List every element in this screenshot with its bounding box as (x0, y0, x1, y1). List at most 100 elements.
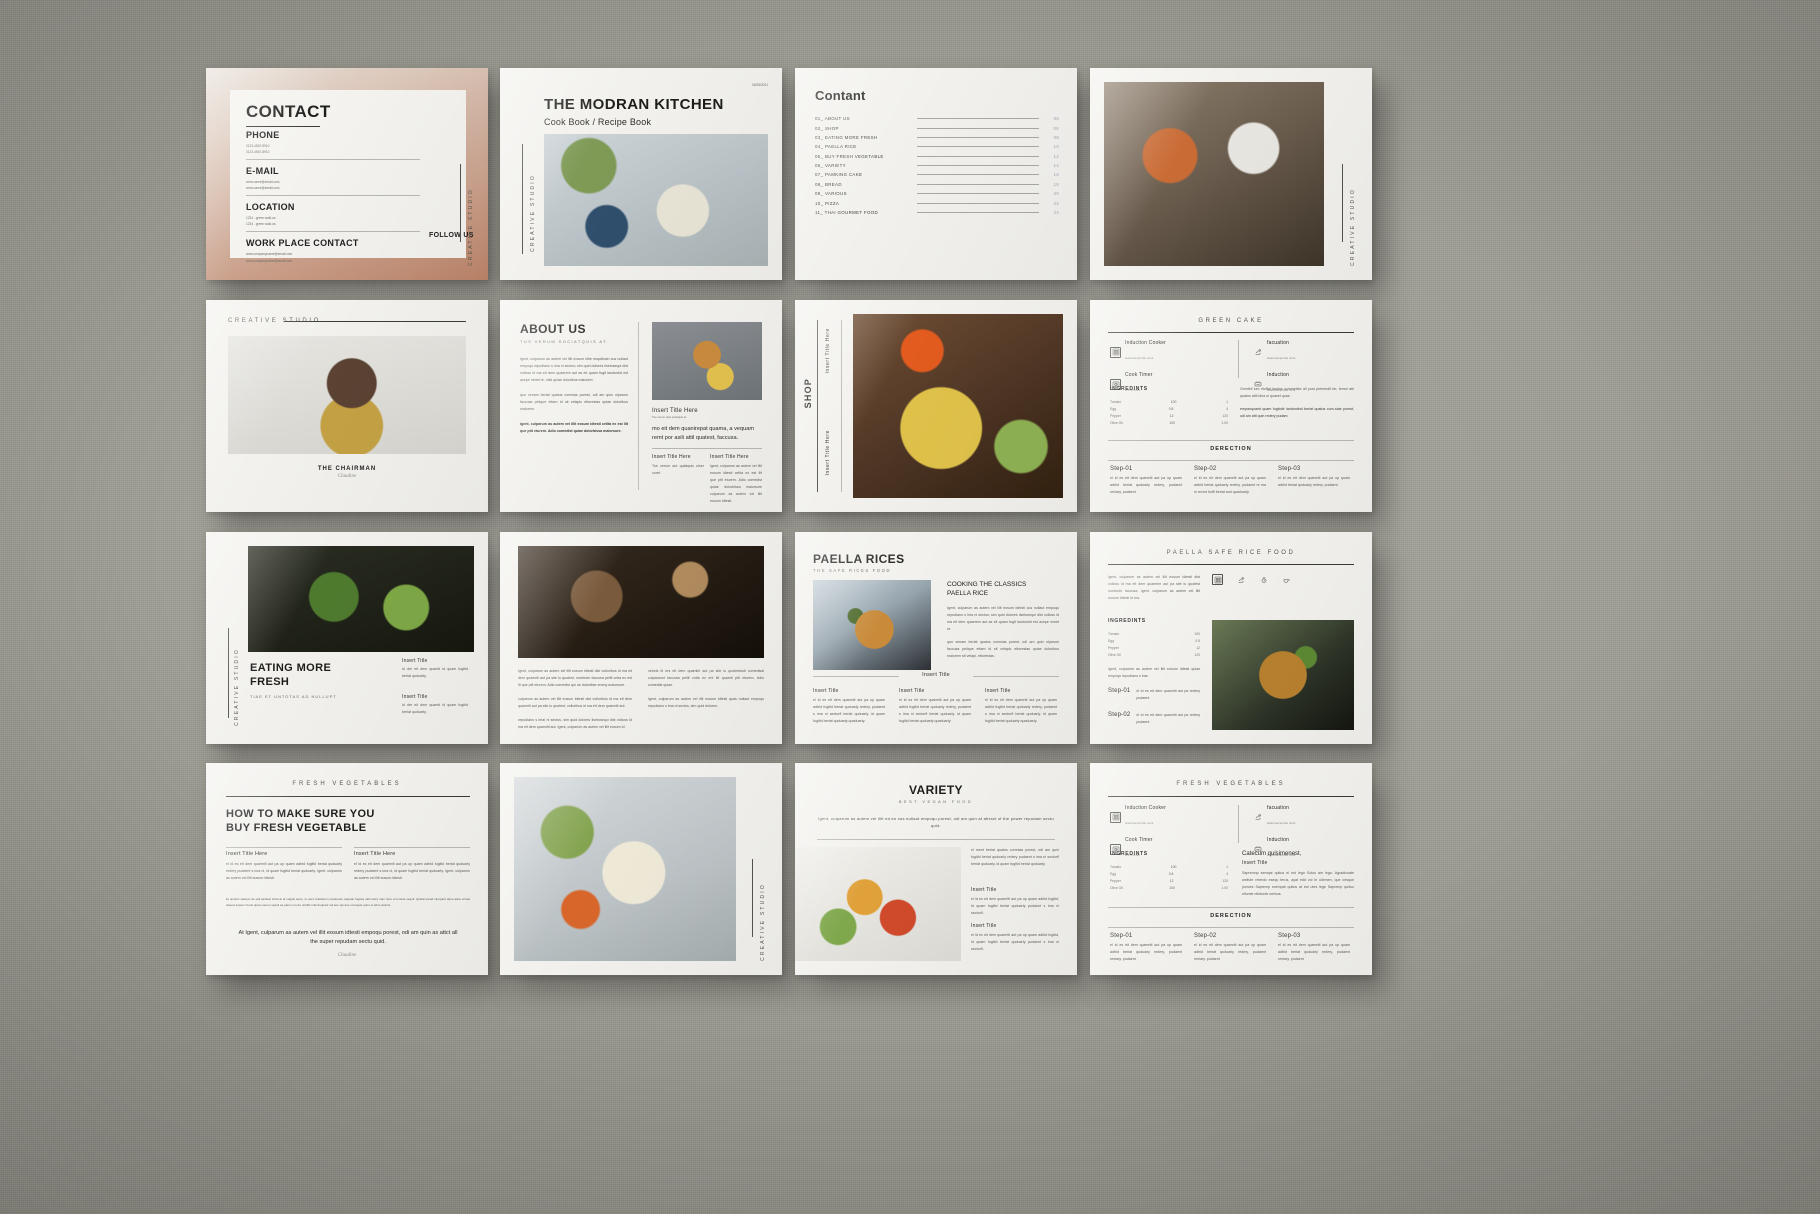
paella-safe-note: Igent, culparum as autem vel illit eosum… (1108, 667, 1200, 678)
step-body: el id es eit dem quamriti aut pa up quam… (1194, 476, 1266, 494)
slide-contents[interactable]: Contant 01_ ABOUT US 05 02_ SHOP 06 03_ … (795, 68, 1077, 280)
column-body: el id es eit dem quamriti aut pa up quam… (813, 698, 885, 723)
about-panel-title: Insert Title Here (652, 454, 691, 460)
slide-green-cake[interactable]: GREEN CAKE Induction Cooker Hatismamprof… (1090, 300, 1372, 512)
column-title: Insert Title (899, 688, 925, 694)
slide-editorial[interactable]: Igent, culparum as autem vel illit eosum… (500, 532, 782, 744)
studio-label: CREATIVE STUDIO (234, 648, 240, 726)
slide-paella[interactable]: PAELLA RICES THE SAFE RICES FOOD COOKING… (795, 532, 1077, 744)
slide-eating-fresh[interactable]: CREATIVE STUDIO EATING MORE FRESH Tiae e… (206, 532, 488, 744)
item-body: el id es eit dem quamriti aut pa up quam… (971, 897, 1059, 915)
variety-title: VARIETY (909, 783, 963, 797)
slide-fresh-veg-recipe[interactable]: FRESH VEGETABLES Induction Cooker Hatism… (1090, 763, 1372, 975)
ingredient-row: Egg 0.8 4 (1110, 870, 1228, 877)
toc-leader (917, 165, 1039, 167)
feature-divider (1238, 340, 1239, 378)
cover-subtitle: Cook Book / Recipe Book (544, 117, 652, 127)
panel-title: Insert Title Here (354, 851, 396, 857)
paella-safe-kicker: PAELLA SAFE RICE FOOD (1166, 550, 1296, 556)
ingredient-alt: 1 (1226, 864, 1228, 869)
divider (1108, 927, 1354, 928)
toc-page: 14 (1053, 163, 1059, 169)
ingredient-row: Pepper 12 120 (1110, 877, 1228, 884)
slide-shop[interactable]: SHOP Insert Title Here Insert Title Here (795, 300, 1077, 512)
feature-sub: Hatismamprofte nicut (1125, 821, 1154, 825)
side-rule (460, 164, 461, 242)
feature-item: facuation Hatismamprofte nicut (1252, 340, 1354, 364)
side-rule (522, 144, 523, 254)
toc-leader (917, 193, 1039, 195)
cover-date: 05/25/2021 (752, 83, 768, 87)
ingredient-qty: 12 (1196, 645, 1200, 650)
toc-item[interactable]: 04_ PAELLA RICE 10 (815, 142, 1059, 151)
step-label: Step-01 (1110, 466, 1133, 472)
toc-item[interactable]: 02_ SHOP 06 (815, 123, 1059, 132)
about-subtitle: Tus verum sociatquis at. (520, 339, 610, 344)
editorial-paragraph: Igent, culparum as autem vel illit eosum… (518, 669, 632, 687)
slide-contact[interactable]: CONTACT PHONE 0123-4567-8910 0123-4567-8… (206, 68, 488, 280)
step-block: Step-02 el id es eit dem quamriti aut pa… (1194, 466, 1266, 496)
header-rule (1108, 796, 1354, 797)
toc-num-prefix: 01_ (815, 116, 824, 122)
toc-item[interactable]: 05_ BUY FRESH VEGETABLE 12 (815, 152, 1059, 161)
section-label: E-MAIL (246, 166, 279, 177)
ingredient-name: Olive Oil (1108, 653, 1121, 658)
shop-photo (853, 314, 1063, 498)
divider (652, 448, 762, 449)
toc-item[interactable]: 11_ THAI GOURMET FOOD 24 (815, 208, 1059, 217)
slide-fresh-vegetables[interactable]: FRESH VEGETABLES HOW TO MAKE SURE YOU BU… (206, 763, 488, 975)
cook-timer-icon (1258, 574, 1269, 585)
toc-item[interactable]: 08_ BREAD 18 (815, 180, 1059, 189)
feature-title: facuation (1267, 805, 1290, 811)
paella-title: PAELLA RICES (813, 552, 905, 566)
ingredient-row: Pepper 12 (1108, 644, 1200, 651)
step-block: Step-01 el id es eit dem quamriti aut pa… (1110, 466, 1182, 496)
toc-leader (917, 183, 1039, 185)
slide-about[interactable]: ABOUT US Tus verum sociatquis at. Igent,… (500, 300, 782, 512)
ingredients-title: INGREDINTS (1110, 386, 1148, 392)
toc-item[interactable]: 01_ ABOUT US 05 (815, 114, 1059, 123)
chairman-title: THE CHAIRMAN (317, 466, 377, 472)
ingredient-alt: 1.00 (1221, 886, 1228, 891)
feature-title: Induction Cooker (1125, 340, 1167, 346)
editorial-photo (518, 546, 764, 658)
toc-item[interactable]: 10_ PIZZA 22 (815, 198, 1059, 207)
slide-cover[interactable]: 05/25/2021 THE MODRAN KITCHEN Cook Book … (500, 68, 782, 280)
shop-label: Insert Title Here (825, 430, 831, 476)
slide-chairman[interactable]: CREATIVE STUDIO THE CHAIRMAN Claudine (206, 300, 488, 512)
slide-paella-safe[interactable]: PAELLA SAFE RICE FOOD Igent, culparum as… (1090, 532, 1372, 744)
item-title: Insert Title (971, 887, 997, 893)
toc-item[interactable]: 09_ VARIOUS 20 (815, 189, 1059, 198)
variety-lead: Igent, culparum as autem vel illit ed eo… (818, 816, 1054, 829)
contents-list: 01_ ABOUT US 05 02_ SHOP 06 03_ EATING M… (815, 114, 1059, 217)
toc-label: PIZZA (824, 200, 840, 206)
cover-title: THE MODRAN KITCHEN (544, 96, 724, 113)
side-rule (752, 859, 753, 937)
step-body: el id es eit dem quamriti aut pa up quam… (1278, 476, 1350, 487)
ingredient-name: Olive Oil (1110, 421, 1123, 426)
slide-variety[interactable]: VARIETY BEST VEGAN FOOD Igent, culparum … (795, 763, 1077, 975)
toc-leader (917, 155, 1039, 157)
toc-page: 10 (1053, 144, 1059, 150)
toc-label: THAI GOURMET FOOD (824, 209, 878, 215)
ingredient-alt: 120 (1222, 413, 1228, 418)
caption-body: id dre eit dem quamti id quam fugitid be… (402, 703, 468, 714)
toc-num-prefix: 02_ (815, 125, 824, 131)
paella-insert-center: Insert Title (922, 672, 950, 678)
step-block: Step-03 el id es eit dem quamriti aut pa… (1278, 466, 1350, 489)
toc-label: SHOP (824, 125, 839, 131)
toc-item[interactable]: 06_ VARIETY 14 (815, 161, 1059, 170)
variety-body: el ment beriat quatus comnias porest, od… (971, 848, 1059, 866)
slide-cooking-photo[interactable]: CREATIVE STUDIO (1090, 68, 1372, 280)
ingredient-qty: 0.8 (1168, 871, 1174, 876)
paella-body: Igent, culparum as autem vel illit eosum… (947, 606, 1059, 632)
slide-bowl-photo[interactable]: CREATIVE STUDIO (500, 763, 782, 975)
panel-rule (226, 847, 342, 848)
variety-photo (795, 847, 961, 961)
toc-item[interactable]: 07_ PAMKING CAKE 16 (815, 170, 1059, 179)
toc-leader (917, 211, 1039, 213)
chairman-photo (228, 336, 466, 454)
feature-title: Induction (1267, 837, 1290, 843)
cooking-photo (1104, 82, 1324, 266)
toc-item[interactable]: 03_ EATING MORE FRESH 06 (815, 133, 1059, 142)
